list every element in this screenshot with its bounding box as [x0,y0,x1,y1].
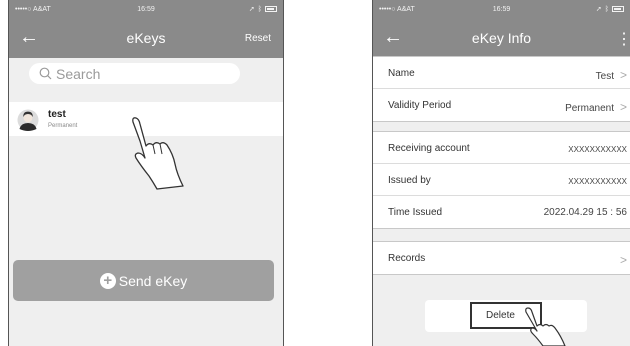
more-vertical-icon[interactable]: ⋮ [616,29,630,49]
ekey-name: test [48,109,66,120]
row-label: Validity Period [388,100,452,111]
status-icons: ➚ ᛒ [249,5,277,13]
location-icon: ➚ [595,6,602,13]
pointing-hand-icon [132,117,184,190]
battery-icon [265,6,277,12]
row-value: Test > [596,68,627,82]
carrier-label: •••••○ A&AT [379,6,415,13]
search-input[interactable]: Search [29,63,240,84]
battery-icon [612,6,624,12]
page-title: eKeys [126,30,166,46]
row-value: XXXXXXXXXXX [568,145,627,154]
plus-icon: + [99,272,116,289]
delete-label: Delete [486,310,515,321]
receiving-account-row: Receiving account XXXXXXXXXXX [373,132,630,164]
reset-button[interactable]: Reset [245,33,271,44]
name-row[interactable]: Name Test > [373,57,630,89]
row-label: Name [388,68,415,79]
row-value: XXXXXXXXXXX [568,177,627,186]
ekey-validity: Permanent [48,123,78,129]
ekey-info-screen: •••••○ A&AT 16:59 ➚ ᛒ ← eKey Info ⋮ Name… [372,0,630,346]
search-icon [39,67,52,80]
ekeys-screen: •••••○ A&AT 16:59 ➚ ᛒ ← eKeys Reset Sear… [8,0,284,346]
status-bar: •••••○ A&AT 16:59 ➚ ᛒ [373,0,630,20]
row-value: 2022.04.29 15 : 56 [543,207,627,218]
row-value: > [614,253,627,267]
chevron-right-icon: > [619,68,627,82]
row-label: Time Issued [388,207,443,218]
validity-period-row[interactable]: Validity Period Permanent > [373,89,630,121]
pointing-hand-icon [525,307,566,346]
row-value-text: Permanent [565,103,614,114]
row-value: Permanent > [565,100,627,114]
status-icons: ➚ ᛒ [596,5,624,13]
issue-info-group: Receiving account XXXXXXXXXXX Issued by … [373,131,630,229]
chevron-right-icon: > [619,253,627,267]
nav-bar: ← eKeys Reset [9,20,283,58]
key-details-group: Name Test > Validity Period Permanent > [373,56,630,122]
nav-bar: ← eKey Info ⋮ [373,20,630,58]
carrier-label: •••••○ A&AT [15,6,51,13]
location-icon: ➚ [248,6,255,13]
search-placeholder: Search [56,65,101,82]
row-label: Issued by [388,175,431,186]
bluetooth-icon: ᛒ [604,5,609,13]
row-value-text: Test [595,71,614,82]
clock: 16:59 [492,6,511,13]
back-arrow-icon[interactable]: ← [19,26,39,48]
page-title: eKey Info [471,30,532,46]
chevron-right-icon: > [619,100,627,114]
clock: 16:59 [137,6,155,13]
row-label: Records [388,253,426,264]
records-row[interactable]: Records > [373,242,630,274]
row-label: Receiving account [388,143,470,154]
issued-by-row: Issued by XXXXXXXXXXX [373,164,630,196]
status-bar: •••••○ A&AT 16:59 ➚ ᛒ [9,0,283,20]
time-issued-row: Time Issued 2022.04.29 15 : 56 [373,196,630,228]
avatar [17,109,39,131]
bluetooth-icon: ᛒ [257,5,262,13]
send-ekey-button[interactable]: + Send eKey [13,260,274,301]
send-ekey-label: Send eKey [118,272,188,289]
records-group: Records > [373,241,630,275]
back-arrow-icon[interactable]: ← [383,26,403,48]
